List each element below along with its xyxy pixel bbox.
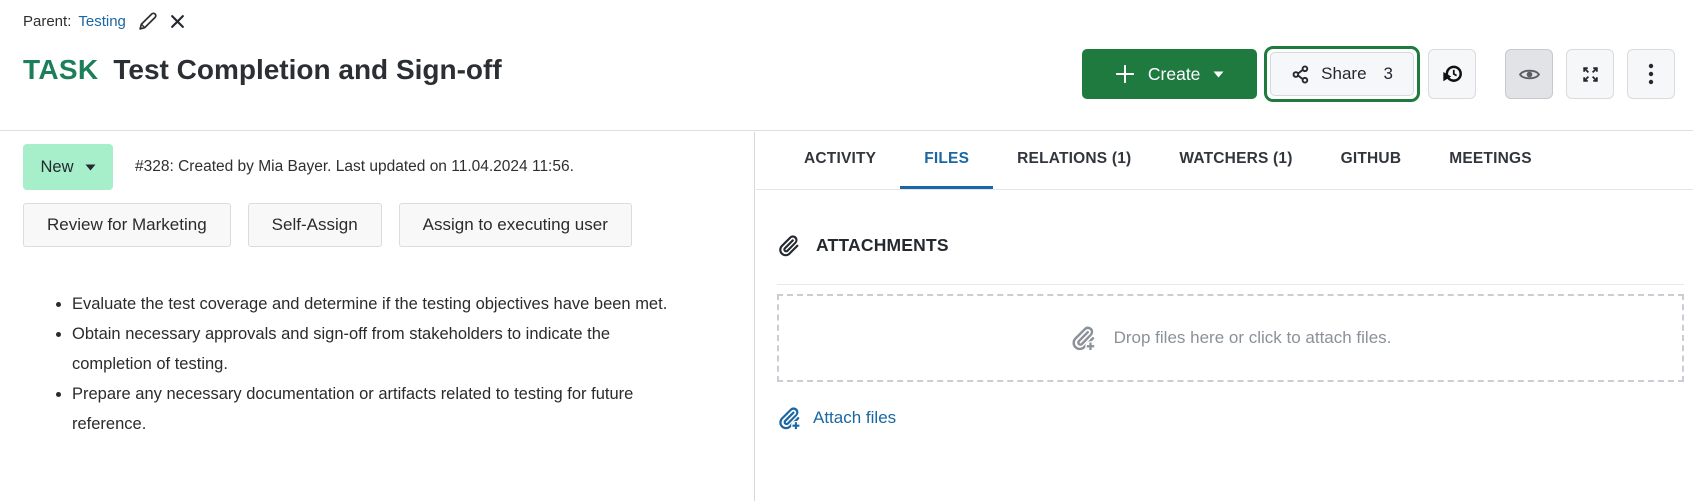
more-actions-button[interactable]: [1627, 49, 1675, 99]
attach-files-link[interactable]: Attach files: [777, 406, 896, 430]
attachments-header: ATTACHMENTS: [777, 234, 1684, 257]
parent-link-testing[interactable]: Testing: [78, 13, 126, 30]
work-package-subject[interactable]: Test Completion and Sign-off: [113, 54, 501, 86]
eye-icon: [1519, 67, 1540, 82]
description-bullet: Obtain necessary approvals and sign-off …: [72, 319, 672, 379]
work-package-meta: #328: Created by Mia Bayer. Last updated…: [135, 158, 574, 176]
workflow-button-assign-to-executing-user[interactable]: Assign to executing user: [399, 203, 632, 247]
paperclip-plus-icon: [777, 406, 801, 430]
chevron-down-icon: [1213, 71, 1224, 78]
paperclip-icon: [777, 234, 800, 257]
fullscreen-button[interactable]: [1566, 49, 1614, 99]
tab-relations[interactable]: RELATIONS (1): [993, 132, 1155, 189]
remove-parent-button[interactable]: [170, 14, 185, 29]
attach-files-label: Attach files: [813, 408, 896, 428]
share-button-highlight-ring: Share 3: [1264, 46, 1420, 102]
status-label: New: [40, 158, 73, 177]
share-icon: [1291, 65, 1310, 84]
share-button-label: Share: [1321, 64, 1366, 84]
watch-button[interactable]: [1505, 49, 1553, 99]
file-dropzone[interactable]: Drop files here or click to attach files…: [777, 294, 1684, 382]
description-bullet-list: Evaluate the test coverage and determine…: [23, 289, 672, 439]
tab-bar: ACTIVITY FILES RELATIONS (1) WATCHERS (1…: [756, 132, 1693, 190]
attachments-section: ATTACHMENTS Drop files here or click to …: [756, 234, 1693, 430]
parent-label: Parent:: [23, 13, 71, 30]
kebab-menu-icon: [1648, 63, 1654, 85]
create-button-label: Create: [1148, 64, 1201, 85]
expand-arrows-icon: [1581, 65, 1600, 84]
tab-meetings[interactable]: MEETINGS: [1425, 132, 1556, 189]
edit-parent-button[interactable]: [139, 12, 157, 30]
plus-icon: [1115, 64, 1135, 84]
tab-github[interactable]: GITHUB: [1317, 132, 1426, 189]
chevron-down-icon: [85, 164, 96, 171]
workflow-buttons: Review for Marketing Self-Assign Assign …: [23, 203, 754, 247]
attachments-heading: ATTACHMENTS: [816, 235, 949, 256]
close-icon: [170, 14, 185, 29]
description-bullet: Evaluate the test coverage and determine…: [72, 289, 672, 319]
work-package-side-panel: ACTIVITY FILES RELATIONS (1) WATCHERS (1…: [756, 132, 1693, 501]
work-package-type: TASK: [23, 54, 98, 86]
share-count: 3: [1384, 64, 1393, 84]
paperclip-plus-icon: [1070, 325, 1096, 351]
tab-watchers[interactable]: WATCHERS (1): [1155, 132, 1316, 189]
status-dropdown[interactable]: New: [23, 144, 113, 190]
workflow-button-self-assign[interactable]: Self-Assign: [248, 203, 382, 247]
tab-files[interactable]: FILES: [900, 132, 993, 189]
status-row: New #328: Created by Mia Bayer. Last upd…: [23, 144, 754, 190]
pencil-icon: [139, 12, 157, 30]
work-package-details-panel: New #328: Created by Mia Bayer. Last upd…: [0, 132, 755, 501]
page-title: TASK Test Completion and Sign-off: [23, 54, 502, 86]
baseline-comparison-button[interactable]: [1428, 49, 1476, 99]
tab-activity[interactable]: ACTIVITY: [780, 132, 900, 189]
breadcrumb: Parent: Testing: [23, 12, 185, 30]
toolbar: Create Share 3: [1082, 46, 1675, 102]
dropzone-text: Drop files here or click to attach files…: [1114, 328, 1392, 348]
share-button[interactable]: Share 3: [1270, 52, 1414, 96]
description-bullet: Prepare any necessary documentation or a…: [72, 379, 672, 439]
workflow-button-review-for-marketing[interactable]: Review for Marketing: [23, 203, 231, 247]
history-clock-icon: [1441, 64, 1463, 85]
create-button[interactable]: Create: [1082, 49, 1257, 99]
attachments-divider: [777, 284, 1684, 285]
work-package-header: Parent: Testing TASK Test Completion and…: [0, 0, 1693, 131]
